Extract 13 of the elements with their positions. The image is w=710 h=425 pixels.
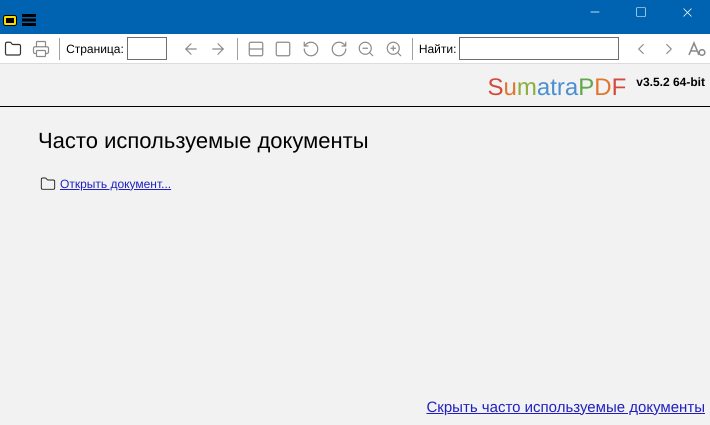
maximize-icon[interactable] — [635, 6, 647, 18]
page-field[interactable] — [126, 37, 167, 60]
app-icon[interactable] — [3, 14, 17, 26]
hide-recent-link[interactable]: Скрыть часто используемые документы — [426, 396, 705, 419]
menu-icon[interactable] — [22, 14, 36, 26]
app-logo: SumatraPDF — [488, 76, 626, 100]
recent-documents-heading: Часто используемые документы — [38, 127, 370, 154]
page-label: Страница: — [66, 40, 124, 58]
find-label: Найти: — [418, 40, 456, 58]
find-field[interactable] — [459, 37, 620, 60]
open-document-link[interactable]: Открыть документ... — [60, 174, 172, 192]
folder-icon — [40, 176, 56, 192]
version-label: v3.5.2 64-bit — [636, 74, 705, 91]
